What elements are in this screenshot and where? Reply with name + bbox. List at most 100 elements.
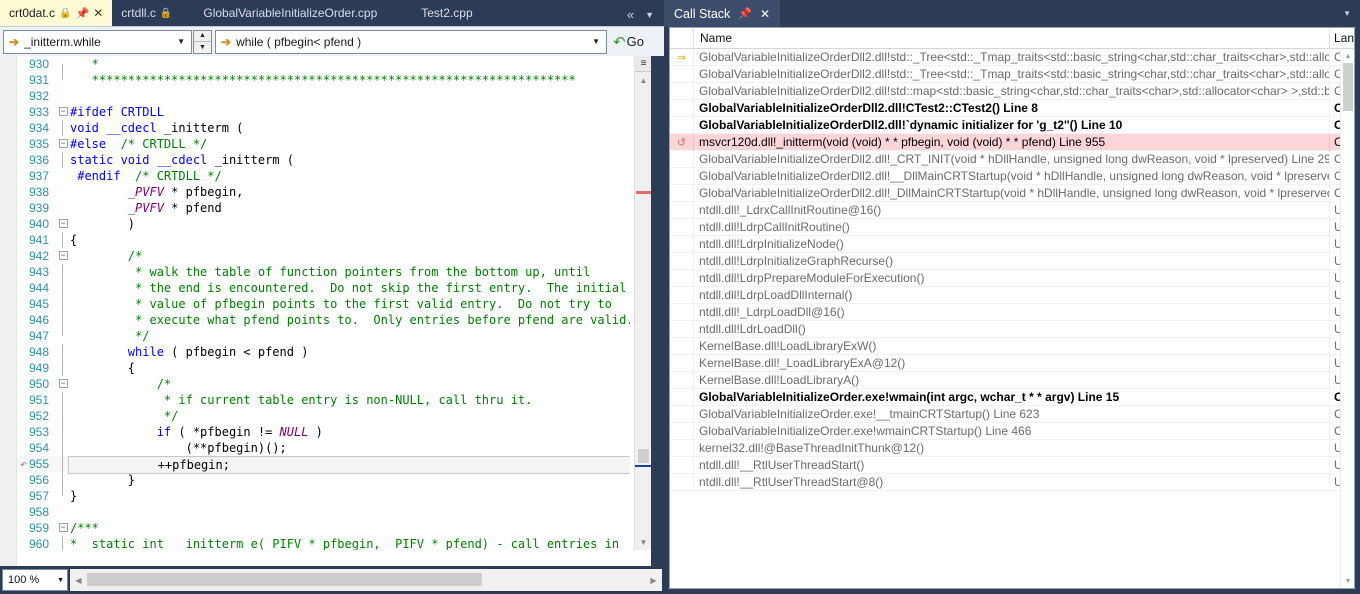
pin-icon[interactable]: 📌 (75, 7, 89, 20)
call-stack-row[interactable]: ntdll.dll!LdrLoadDll()Un (670, 320, 1354, 338)
call-stack-row[interactable]: GlobalVariableInitializeOrderDll2.dll!__… (670, 167, 1354, 185)
chevron-down-icon[interactable]: ▼ (1343, 9, 1360, 18)
code-line[interactable]: 933− #ifdef CRTDLL (17, 104, 630, 120)
call-stack-tab[interactable]: Call Stack 📌 ✕ (664, 0, 781, 27)
call-stack-row[interactable]: ↺ msvcr120d.dll!_initterm(void (void) * *… (670, 133, 1354, 151)
scroll-right-arrow-icon[interactable]: ▶ (645, 576, 662, 585)
scroll-thumb[interactable] (1343, 63, 1353, 111)
call-stack-row[interactable]: ⇒ GlobalVariableInitializeOrderDll2.dll!s… (670, 49, 1354, 66)
code-line[interactable]: 938 _PVFV * pfbegin, (17, 184, 630, 200)
fold-marker[interactable]: − (56, 248, 70, 264)
scroll-left-arrow-icon[interactable]: ◀ (70, 576, 87, 585)
code-editor-surface[interactable]: 930 * 931 *******************************… (0, 56, 664, 566)
zoom-dropdown[interactable]: 100 % ▼ (2, 569, 68, 591)
call-stack-row[interactable]: ntdll.dll!_LdrpLoadDll@16()Un (670, 303, 1354, 321)
code-line[interactable]: 930 * (17, 56, 630, 72)
member-dropdown[interactable]: ➔ _initterm.while ▼ (3, 29, 192, 54)
fold-marker[interactable]: − (56, 216, 70, 232)
call-stack-row[interactable]: KernelBase.dll!LoadLibraryExW()Un (670, 337, 1354, 355)
chevron-down-icon[interactable]: ▼ (645, 10, 654, 20)
call-stack-row[interactable]: ntdll.dll!LdrpInitializeNode()Un (670, 235, 1354, 253)
fold-marker[interactable] (56, 72, 70, 88)
fold-marker[interactable] (56, 264, 70, 280)
code-line[interactable]: 932 (17, 88, 630, 104)
code-line[interactable]: 956 } (17, 472, 630, 488)
fold-marker[interactable]: − (56, 136, 70, 152)
fold-marker[interactable]: − (56, 376, 70, 392)
call-stack-row[interactable]: ntdll.dll!__RtlUserThreadStart@8()Un (670, 473, 1354, 491)
scroll-down-arrow-icon[interactable]: ▼ (635, 534, 652, 550)
fold-marker[interactable] (56, 312, 70, 328)
call-stack-row[interactable]: GlobalVariableInitializeOrderDll2.dll!_C… (670, 150, 1354, 168)
fold-marker[interactable] (56, 536, 70, 550)
call-stack-row[interactable]: GlobalVariableInitializeOrderDll2.dll!CT… (670, 99, 1354, 117)
spinner-up-icon[interactable]: ▲ (194, 30, 211, 42)
code-line[interactable]: 959−/*** (17, 520, 630, 536)
call-stack-row[interactable]: ntdll.dll!LdrpLoadDllInternal()Un (670, 286, 1354, 304)
call-stack-row[interactable]: GlobalVariableInitializeOrder.exe!__tmai… (670, 405, 1354, 423)
fold-marker[interactable] (56, 392, 70, 408)
hscroll-thumb[interactable] (87, 573, 482, 586)
code-line[interactable]: 948 while ( pfbegin < pfend ) (17, 344, 630, 360)
code-line[interactable]: 946 * execute what pfend points to. Only… (17, 312, 630, 328)
scroll-up-arrow-icon[interactable]: ▲ (1341, 49, 1354, 63)
code-line[interactable]: 940− ) (17, 216, 630, 232)
call-stack-row[interactable]: KernelBase.dll!_LoadLibraryExA@12()Un (670, 354, 1354, 372)
code-line[interactable]: 942− /* (17, 248, 630, 264)
close-icon[interactable]: ✕ (760, 7, 770, 21)
fold-marker[interactable] (56, 424, 70, 440)
fold-marker[interactable] (56, 344, 70, 360)
editor-tab-crtdll[interactable]: crtdll.c 🔒 (112, 0, 181, 26)
call-stack-row[interactable]: GlobalVariableInitializeOrderDll2.dll!`d… (670, 116, 1354, 134)
header-name-column[interactable]: Name (694, 27, 1330, 49)
fold-marker[interactable]: − (56, 520, 70, 536)
fold-marker[interactable] (56, 280, 70, 296)
editor-horizontal-scrollbar[interactable]: ◀ ▶ (70, 569, 662, 591)
code-line[interactable]: 944 * the end is encountered. Do not ski… (17, 280, 630, 296)
fold-marker[interactable] (56, 120, 70, 136)
code-line[interactable]: 947 */ (17, 328, 630, 344)
go-button[interactable]: ↶ Go (610, 30, 647, 54)
editor-tab-crt0dat[interactable]: crt0dat.c 🔒 📌 ✕ (0, 0, 113, 26)
fold-marker[interactable] (56, 232, 70, 248)
code-line[interactable]: 937 #endif /* CRTDLL */ (17, 168, 630, 184)
fold-marker[interactable]: − (56, 104, 70, 120)
statement-dropdown[interactable]: ➔ while ( pfbegin< pfend ) ▼ (215, 29, 607, 54)
code-line[interactable]: 945 * value of pfbegin points to the fir… (17, 296, 630, 312)
header-language-column[interactable]: Lan (1330, 28, 1354, 49)
editor-tab-globalvariableinitializeorder[interactable]: GlobalVariableInitializeOrder.cpp (181, 0, 399, 26)
fold-marker[interactable] (56, 440, 70, 456)
call-stack-row[interactable]: KernelBase.dll!LoadLibraryA()Un (670, 371, 1354, 389)
code-line[interactable]: 936 static void __cdecl _initterm ( (17, 152, 630, 168)
code-line[interactable]: 941 { (17, 232, 630, 248)
code-line[interactable]: 952 */ (17, 408, 630, 424)
code-line[interactable]: 951 * if current table entry is non-NULL… (17, 392, 630, 408)
code-line[interactable]: 943 * walk the table of function pointer… (17, 264, 630, 280)
code-line[interactable]: 958 (17, 504, 630, 520)
call-stack-row[interactable]: ntdll.dll!LdrpCallInitRoutine()Un (670, 218, 1354, 236)
fold-marker[interactable] (56, 360, 70, 376)
breakpoint-margin[interactable] (0, 56, 17, 566)
code-line[interactable]: 960 * static int _initterm_e(_PIFV * pfbe… (17, 536, 630, 550)
fold-marker[interactable] (56, 152, 70, 168)
fold-marker[interactable] (56, 504, 70, 520)
code-line[interactable]: 954 (**pfbegin)(); (17, 440, 630, 456)
call-stack-row[interactable]: kernel32.dll!@BaseThreadInitThunk@12()Un (670, 439, 1354, 457)
code-line[interactable]: 934 void __cdecl _initterm ( (17, 120, 630, 136)
fold-marker[interactable] (56, 168, 70, 184)
call-stack-vertical-scrollbar[interactable]: ▲ ▼ (1340, 49, 1354, 588)
pin-icon[interactable]: 📌 (738, 7, 752, 20)
code-text-area[interactable]: 930 * 931 *******************************… (17, 56, 630, 550)
call-stack-row[interactable]: ntdll.dll!LdrpPrepareModuleForExecution(… (670, 269, 1354, 287)
split-view-icon[interactable]: ≡ (635, 56, 652, 72)
code-line[interactable]: 955 ↶ ++pfbegin; (17, 456, 630, 474)
call-stack-row[interactable]: GlobalVariableInitializeOrderDll2.dll!_D… (670, 184, 1354, 202)
fold-marker[interactable] (56, 472, 70, 488)
fold-marker[interactable] (56, 488, 70, 504)
call-stack-row[interactable]: ntdll.dll!__RtlUserThreadStart()Un (670, 456, 1354, 474)
scroll-down-arrow-icon[interactable]: ▼ (1341, 574, 1354, 588)
chevron-double-left-icon[interactable]: « (627, 7, 634, 22)
call-stack-row[interactable]: GlobalVariableInitializeOrder.exe!wmain(… (670, 388, 1354, 406)
fold-marker[interactable] (56, 408, 70, 424)
code-line[interactable]: 939 _PVFV * pfend (17, 200, 630, 216)
